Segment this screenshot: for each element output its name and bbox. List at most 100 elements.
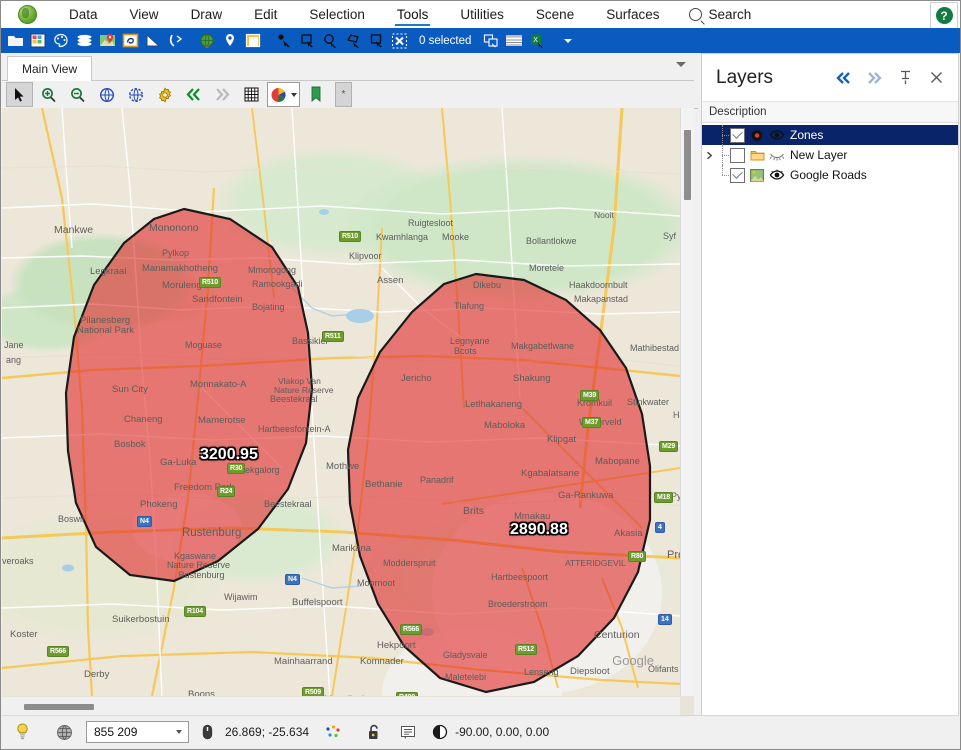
zoom-out-tool-button[interactable] (64, 82, 91, 107)
annotation-icon[interactable] (391, 716, 425, 748)
table-view-icon[interactable] (503, 30, 525, 52)
map-road-shield: R400 (396, 692, 418, 696)
palette-icon[interactable] (50, 30, 72, 52)
overflow-caret-icon[interactable] (557, 30, 579, 52)
cursor-coordinates-label: 26.869; -25.634 (225, 725, 310, 739)
map-road-shield: M37 (582, 417, 602, 428)
map-road-shield: R510 (339, 231, 361, 242)
main-toolbar: 0 selected X (1, 28, 960, 53)
zone-polygon-east[interactable] (320, 268, 660, 696)
zone-symbol-icon (749, 128, 765, 143)
menu-item-data[interactable]: Data (53, 1, 114, 28)
layer-checkbox[interactable] (730, 127, 745, 143)
layer-name-label: Google Roads (790, 168, 867, 182)
layers-stack-icon[interactable] (73, 30, 95, 52)
legend-icon[interactable] (242, 30, 264, 52)
zoom-extents-tool-button[interactable] (93, 82, 120, 107)
layers-column-header: Description (702, 102, 958, 123)
layers-panel: Layers Description Zones New Layer Google … (701, 53, 959, 717)
open-folder-icon[interactable] (4, 30, 26, 52)
zoom-in-tool-button[interactable] (35, 82, 62, 107)
app-globe-logo[interactable] (1, 1, 53, 28)
favorites-star-button[interactable]: * (335, 82, 352, 107)
layer-name-label: Zones (790, 128, 824, 142)
map-pin-image-icon[interactable] (96, 30, 118, 52)
measure-angle-icon[interactable] (142, 30, 164, 52)
layer-row[interactable]: New Layer (702, 145, 958, 165)
bookmark-tool-button[interactable] (302, 82, 329, 107)
measure-curve-icon[interactable] (165, 30, 187, 52)
globe-icon[interactable] (196, 30, 218, 52)
expand-all-icon[interactable] (859, 62, 890, 93)
data-grid-icon[interactable] (27, 30, 49, 52)
menu-item-edit[interactable]: Edit (238, 1, 293, 28)
orthophoto-icon[interactable] (119, 30, 141, 52)
select-circle-icon[interactable] (319, 30, 341, 52)
snap-points-icon[interactable] (309, 716, 357, 748)
lightbulb-icon[interactable] (2, 716, 42, 748)
pointer-tool-button[interactable] (6, 82, 33, 107)
tree-guide (716, 125, 730, 145)
zoom-selected-tool-button[interactable] (122, 82, 149, 107)
close-panel-icon[interactable] (921, 62, 952, 93)
world-icon[interactable] (42, 716, 86, 748)
map-road-shield: M29 (659, 441, 679, 452)
help-button[interactable]: ? (930, 2, 958, 29)
menu-item-tools[interactable]: Tools (381, 1, 445, 28)
map-vscroll-thumb[interactable] (684, 130, 691, 200)
map-vertical-scrollbar[interactable] (680, 108, 694, 696)
map-road-shield: 4 (655, 522, 665, 533)
search-box[interactable]: Search (675, 1, 751, 28)
map-view[interactable]: Mankwe Mononono Ruigtesloot Kwamhlanga Mooke… (2, 108, 680, 696)
view-settings-gear-button[interactable] (151, 82, 178, 107)
select-polygon-icon[interactable] (342, 30, 364, 52)
previous-view-button[interactable] (180, 82, 207, 107)
map-scale-combobox[interactable]: 855 209 (86, 721, 189, 743)
collapse-all-icon[interactable] (828, 62, 859, 93)
clear-selection-icon[interactable] (388, 30, 410, 52)
tab-main-view[interactable]: Main View (7, 56, 93, 82)
zone-polygon-west[interactable] (62, 203, 352, 603)
menu-item-view[interactable]: View (114, 1, 175, 28)
eye-visible-icon[interactable] (768, 128, 785, 143)
theme-color-icon (271, 87, 286, 102)
export-excel-icon[interactable]: X (526, 30, 548, 52)
map-road-shield: 14 (658, 614, 672, 625)
menu-item-selection[interactable]: Selection (293, 1, 381, 28)
eye-hidden-icon[interactable] (768, 148, 785, 163)
select-rectangle-icon[interactable] (296, 30, 318, 52)
map-road-shield: R512 (515, 644, 537, 655)
select-box-icon[interactable] (365, 30, 387, 52)
folder-icon (749, 148, 765, 163)
search-icon (689, 8, 703, 21)
unlocked-icon[interactable] (357, 716, 391, 748)
menu-item-draw[interactable]: Draw (175, 1, 239, 28)
map-horizontal-scrollbar[interactable] (2, 697, 680, 717)
layers-panel-header: Layers (702, 54, 958, 102)
map-road-shield: M18 (654, 492, 674, 503)
map-scale-value: 855 209 (94, 725, 138, 739)
expand-arrow-icon[interactable] (702, 151, 716, 160)
next-view-button[interactable] (209, 82, 236, 107)
layer-checkbox[interactable] (730, 147, 745, 163)
layer-checkbox[interactable] (730, 167, 745, 183)
grid-toggle-button[interactable] (238, 82, 265, 107)
view-orientation-icon (425, 716, 455, 748)
layer-row[interactable]: Zones (702, 125, 958, 145)
select-point-icon[interactable] (273, 30, 295, 52)
menu-item-utilities[interactable]: Utilities (444, 1, 520, 28)
menu-item-scene[interactable]: Scene (520, 1, 590, 28)
copy-selection-icon[interactable] (480, 30, 502, 52)
menu-item-surfaces[interactable]: Surfaces (590, 1, 675, 28)
map-hscroll-thumb[interactable] (24, 704, 94, 710)
svg-text:X: X (533, 37, 538, 44)
pin-panel-icon[interactable] (890, 62, 921, 93)
application-window: Data View Draw Edit Selection Tools Util… (0, 0, 961, 750)
layers-tree: Zones New Layer Google Roads (702, 123, 958, 185)
location-pin-icon[interactable] (219, 30, 241, 52)
layer-row[interactable]: Google Roads (702, 165, 958, 185)
theme-color-split-button[interactable] (267, 82, 300, 107)
eye-visible-icon[interactable] (768, 168, 785, 183)
tab-overflow-caret-icon[interactable] (676, 62, 686, 67)
map-watermark: Google (612, 653, 654, 668)
